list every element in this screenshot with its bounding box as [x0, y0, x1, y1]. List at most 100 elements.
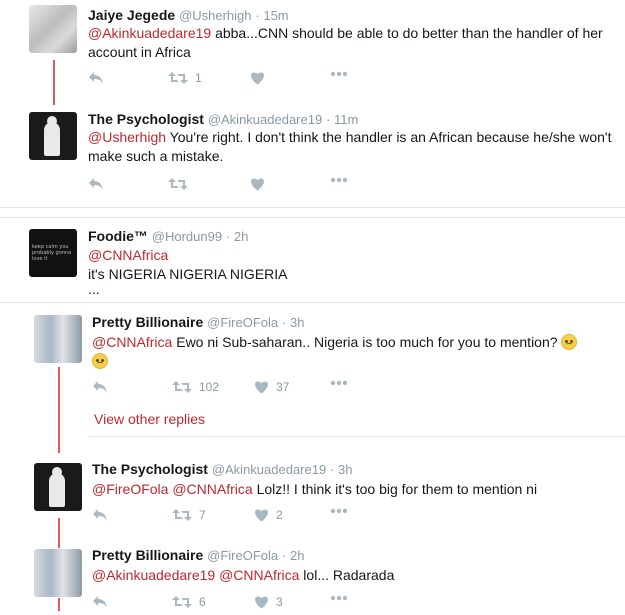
reply-icon — [89, 178, 103, 190]
retweet-button[interactable] — [168, 177, 188, 191]
reply-button[interactable] — [88, 177, 104, 191]
mention-link[interactable]: @Usherhigh — [88, 129, 166, 145]
view-other-replies-link[interactable]: View other replies — [94, 411, 205, 427]
retweet-icon — [168, 72, 188, 84]
author-name[interactable]: Jaiye Jegede — [88, 7, 175, 23]
mention-link[interactable]: @CNNAfrica — [92, 334, 172, 350]
mention-link[interactable]: @Akinkuadedare19 — [88, 25, 211, 41]
tweet-body: lol... Radarada — [299, 567, 395, 583]
thread-line — [58, 518, 60, 548]
reply-icon — [93, 381, 107, 393]
author-name[interactable]: Foodie™ — [88, 228, 148, 244]
mention-link[interactable]: @CNNAfrica — [88, 246, 608, 265]
reply-button[interactable] — [92, 508, 108, 522]
more-icon — [330, 177, 348, 183]
author-line: Pretty Billionaire @FireOFola · 3h — [92, 314, 304, 330]
avatar[interactable]: keep calm you probably gonna love it — [29, 229, 77, 277]
reply-button[interactable] — [92, 595, 108, 609]
author-handle[interactable]: @Akinkuadedare19 — [212, 462, 326, 477]
divider — [0, 207, 625, 208]
retweet-button[interactable]: 1 — [168, 71, 202, 85]
action-bar: 102 37 — [92, 380, 392, 400]
tweet-text: @FireOFola @CNNAfrica Lolz!! I think it'… — [92, 480, 602, 499]
reply-icon — [89, 72, 103, 84]
retweet-icon — [168, 178, 188, 190]
avatar[interactable] — [34, 315, 82, 363]
author-handle[interactable]: @FireOFola — [207, 315, 278, 330]
author-name[interactable]: Pretty Billionaire — [92, 314, 203, 330]
worried-face-emoji — [92, 353, 108, 369]
tweet-body: it's NIGERIA NIGERIA NIGERIA — [88, 266, 288, 282]
more-icon — [330, 71, 348, 77]
heart-icon — [251, 178, 264, 191]
avatar-caption: keep calm you probably gonna love it — [32, 244, 72, 262]
heart-icon — [255, 509, 268, 522]
more-button[interactable] — [330, 595, 348, 601]
like-count: 37 — [276, 380, 290, 394]
retweet-count: 7 — [199, 508, 206, 522]
tweet-body: Ewo ni Sub-saharan.. Nigeria is too much… — [172, 334, 558, 350]
mention-link[interactable]: @CNNAfrica — [172, 481, 252, 497]
more-button[interactable] — [330, 71, 348, 77]
action-bar: 1 — [88, 71, 388, 91]
reply-button[interactable] — [92, 380, 108, 394]
action-bar: 7 2 — [92, 508, 392, 528]
tweet-text: @Usherhigh You're right. I don't think t… — [88, 128, 613, 166]
more-icon — [330, 380, 348, 386]
retweet-button[interactable]: 7 — [172, 508, 206, 522]
author-name[interactable]: The Psychologist — [92, 461, 208, 477]
avatar[interactable] — [34, 463, 82, 511]
tweet-body: Lolz!! I think it's too big for them to … — [252, 481, 538, 497]
timestamp[interactable]: · 2h — [282, 548, 304, 563]
like-button[interactable]: 37 — [254, 380, 289, 394]
author-handle[interactable]: @Hordun99 — [152, 229, 222, 244]
mention-link[interactable]: @FireOFola — [92, 481, 168, 497]
retweet-button[interactable]: 102 — [172, 380, 219, 394]
reply-icon — [93, 509, 107, 521]
author-line: The Psychologist @Akinkuadedare19 · 3h — [92, 461, 353, 477]
avatar[interactable] — [34, 549, 82, 597]
author-handle[interactable]: @FireOFola — [207, 548, 278, 563]
timestamp[interactable]: · 11m — [326, 112, 358, 127]
thread-line — [58, 598, 60, 611]
more-button[interactable] — [330, 508, 348, 514]
author-line: Jaiye Jegede @Usherhigh · 15m — [88, 7, 289, 23]
more-button[interactable] — [330, 177, 348, 183]
author-name[interactable]: The Psychologist — [88, 111, 204, 127]
author-handle[interactable]: @Akinkuadedare19 — [208, 112, 322, 127]
timestamp[interactable]: · 2h — [226, 229, 248, 244]
truncation-ellipsis: ... — [88, 281, 100, 297]
like-button[interactable] — [250, 177, 265, 191]
timestamp[interactable]: · 3h — [282, 315, 304, 330]
avatar[interactable] — [29, 5, 77, 53]
timestamp[interactable]: · 3h — [330, 462, 352, 477]
tweet-text: @Akinkuadedare19 abba...CNN should be ab… — [88, 24, 608, 62]
worried-face-emoji — [561, 334, 578, 350]
like-button[interactable] — [250, 71, 265, 85]
more-icon — [330, 595, 348, 601]
like-button[interactable]: 3 — [254, 595, 283, 609]
tweet-text: @Akinkuadedare19 @CNNAfrica lol... Radar… — [92, 566, 602, 585]
like-count: 2 — [276, 508, 283, 522]
heart-icon — [255, 596, 268, 609]
reply-icon — [93, 596, 107, 608]
avatar[interactable] — [29, 112, 77, 160]
tweet-text: @CNNAfrica Ewo ni Sub-saharan.. Nigeria … — [92, 333, 602, 371]
author-line: Pretty Billionaire @FireOFola · 2h — [92, 547, 304, 563]
author-handle[interactable]: @Usherhigh — [179, 8, 251, 23]
retweet-count: 102 — [199, 380, 220, 394]
mention-link[interactable]: @Akinkuadedare19 — [92, 567, 215, 583]
more-button[interactable] — [330, 380, 348, 386]
author-name[interactable]: Pretty Billionaire — [92, 547, 203, 563]
tweet-text: @CNNAfrica it's NIGERIA NIGERIA NIGERIA … — [88, 246, 608, 297]
divider — [0, 302, 625, 303]
action-bar — [88, 177, 388, 197]
mention-link[interactable]: @CNNAfrica — [219, 567, 299, 583]
tweet-body: You're right. I don't think the handler … — [88, 129, 612, 164]
heart-icon — [251, 72, 264, 85]
retweet-button[interactable]: 6 — [172, 595, 206, 609]
timestamp[interactable]: · 15m — [255, 8, 288, 23]
reply-button[interactable] — [88, 71, 104, 85]
like-button[interactable]: 2 — [254, 508, 283, 522]
retweet-icon — [172, 381, 192, 393]
